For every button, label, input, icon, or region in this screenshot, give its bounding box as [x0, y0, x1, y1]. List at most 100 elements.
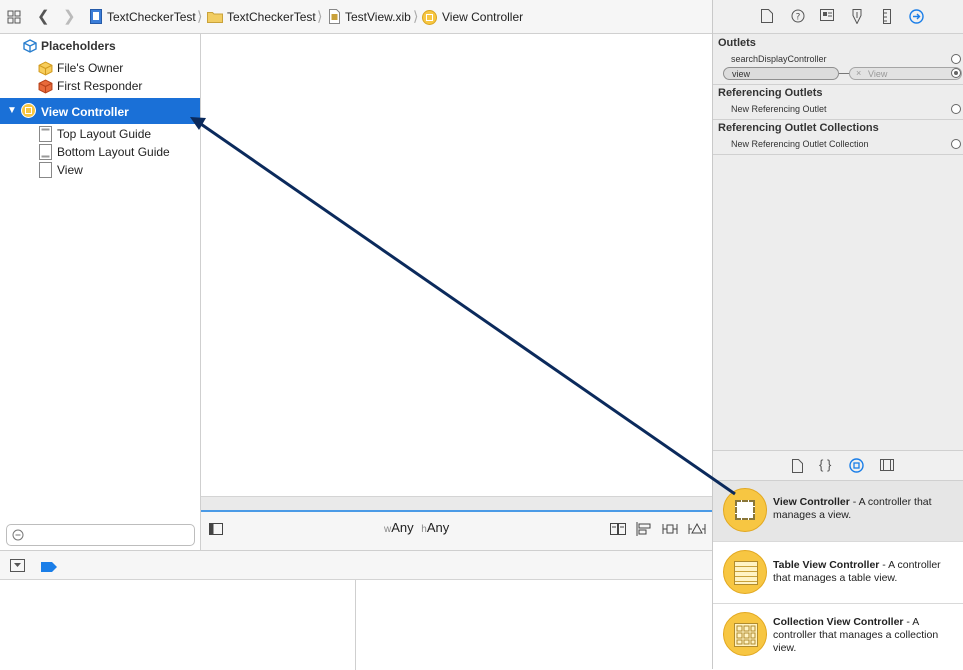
outlet-searchdisplaycontroller: searchDisplayController [731, 54, 827, 64]
outline-bottom-layout-guide[interactable]: Bottom Layout Guide [0, 143, 200, 161]
breadcrumb-separator-icon: ⟩ [413, 8, 419, 24]
related-items-icon[interactable] [7, 10, 21, 27]
code-snippet-library-icon[interactable]: { } [819, 457, 831, 472]
library-item-description: Table View Controller - A controller tha… [773, 559, 961, 585]
console-view[interactable] [357, 580, 712, 670]
document-outline: Placeholders File's Owner First Responde… [0, 34, 201, 550]
breadcrumb-file[interactable]: TestView.xib [345, 10, 411, 24]
pin-icon[interactable] [662, 522, 678, 539]
outline-placeholders[interactable]: Placeholders [0, 37, 200, 55]
collection-view-controller-library-icon [723, 612, 767, 656]
placeholders-label: Placeholders [41, 39, 116, 53]
file-inspector-icon[interactable] [761, 9, 773, 26]
jump-bar: ❮ ❯ TextCheckerTest ⟩ TextCheckerTest ⟩ … [0, 0, 712, 34]
debug-bar [0, 551, 712, 580]
size-class-h-value: Any [426, 520, 450, 535]
size-class-control[interactable]: wAny hAny [384, 520, 449, 535]
outlet-view-label: view [732, 69, 751, 79]
align-icon[interactable] [636, 522, 652, 539]
identity-inspector-icon[interactable] [820, 9, 834, 24]
library-item-table-view-controller[interactable]: Table View Controller - A controller tha… [713, 542, 963, 604]
hide-debug-area-icon[interactable] [10, 559, 25, 575]
project-file-icon [90, 9, 102, 27]
grid-glyph [734, 623, 758, 647]
canvas-bottom-bar: wAny hAny [201, 510, 712, 550]
horizontal-scrollbar[interactable] [201, 496, 712, 510]
new-referencing-collection-connector[interactable] [951, 139, 961, 149]
placeholders-cube-icon [23, 39, 37, 56]
breadcrumb-project[interactable]: TextCheckerTest [107, 10, 196, 24]
bottom-layout-guide-label: Bottom Layout Guide [57, 145, 170, 159]
breadcrumb-separator-icon: ⟩ [197, 8, 203, 24]
view-controller-glyph [735, 500, 755, 520]
library-item-view-controller[interactable]: View Controller - A controller that mana… [713, 481, 963, 542]
media-library-icon[interactable] [880, 459, 894, 474]
view-label: View [57, 163, 83, 177]
outlet-view-connector-filled[interactable] [951, 68, 961, 78]
connections-inspector: ? Outlets searchDisplayController view ×… [712, 0, 963, 450]
breadcrumb-group[interactable]: TextCheckerTest [227, 10, 316, 24]
view-controller-icon [21, 103, 36, 121]
toggle-outline-icon[interactable] [209, 523, 223, 538]
stack-icon[interactable] [610, 523, 626, 538]
outline-top-layout-guide[interactable]: Top Layout Guide [0, 125, 200, 143]
library-item-title: View Controller [773, 496, 850, 508]
size-class-w-value: Any [391, 520, 414, 535]
outline-view-controller[interactable]: ▼ View Controller [0, 98, 200, 124]
disconnect-x-icon[interactable]: × [856, 68, 861, 78]
forward-arrow-icon[interactable]: ❯ [63, 7, 76, 25]
svg-text:?: ? [796, 13, 801, 23]
attributes-inspector-icon[interactable] [851, 9, 863, 27]
view-controller-library-icon [723, 488, 767, 532]
connections-inspector-icon[interactable] [909, 9, 924, 27]
new-referencing-outlet: New Referencing Outlet [731, 104, 827, 114]
new-referencing-collection: New Referencing Outlet Collection [731, 139, 869, 149]
connector-dot-icon [954, 71, 958, 75]
outline-filter-field[interactable] [6, 524, 195, 546]
section-divider [713, 154, 963, 155]
files-owner-label: File's Owner [57, 61, 124, 75]
top-layout-guide-label: Top Layout Guide [57, 127, 152, 141]
outline-view[interactable]: View [0, 161, 200, 179]
outlet-view-pill[interactable]: view [723, 67, 839, 80]
view-controller-label: View Controller [41, 105, 129, 119]
size-inspector-icon[interactable] [883, 9, 891, 27]
outlet-searchdisplaycontroller-connector[interactable] [951, 54, 961, 64]
library-item-collection-view-controller[interactable]: Collection View Controller - A controlle… [713, 604, 963, 669]
library-tab-bar: { } [713, 450, 963, 481]
file-template-library-icon[interactable] [792, 459, 803, 476]
back-arrow-icon[interactable]: ❮ [37, 7, 50, 25]
outline-first-responder[interactable]: First Responder [0, 77, 200, 95]
referencing-collections-title: Referencing Outlet Collections [718, 122, 879, 134]
interface-builder-canvas[interactable]: wAny hAny [201, 34, 712, 550]
variables-view[interactable] [0, 580, 356, 670]
section-divider [713, 119, 963, 120]
library-item-title: Table View Controller [773, 559, 880, 571]
quick-help-icon[interactable]: ? [791, 9, 805, 26]
table-view-controller-library-icon [723, 550, 767, 594]
breakpoint-tag-icon[interactable] [41, 561, 57, 575]
library-item-title: Collection View Controller [773, 616, 904, 628]
disclosure-triangle-icon[interactable]: ▼ [7, 105, 17, 116]
xib-file-icon [329, 9, 340, 27]
outline-files-owner[interactable]: File's Owner [0, 59, 200, 77]
folder-icon [207, 11, 223, 26]
object-library-icon[interactable] [849, 458, 864, 476]
new-referencing-outlet-connector[interactable] [951, 104, 961, 114]
outlet-view-connection-pill[interactable]: × View [849, 67, 962, 80]
breadcrumb-separator-icon: ⟩ [317, 8, 323, 24]
debug-area [0, 550, 712, 670]
referencing-outlets-title: Referencing Outlets [718, 87, 823, 99]
view-icon [39, 162, 52, 181]
library-item-description: Collection View Controller - A controlle… [773, 616, 961, 655]
outlets-section-title: Outlets [718, 37, 756, 49]
breadcrumb-view-controller[interactable]: View Controller [442, 10, 523, 24]
library-item-description: View Controller - A controller that mana… [773, 496, 961, 522]
outlet-view-connection-line [839, 73, 849, 74]
outlet-view-destination: View [868, 69, 888, 79]
inspector-tab-bar: ? [713, 0, 963, 34]
resolve-issues-icon[interactable] [688, 522, 706, 539]
table-glyph [734, 561, 758, 585]
section-divider [713, 84, 963, 85]
first-responder-cube-icon [38, 79, 53, 97]
